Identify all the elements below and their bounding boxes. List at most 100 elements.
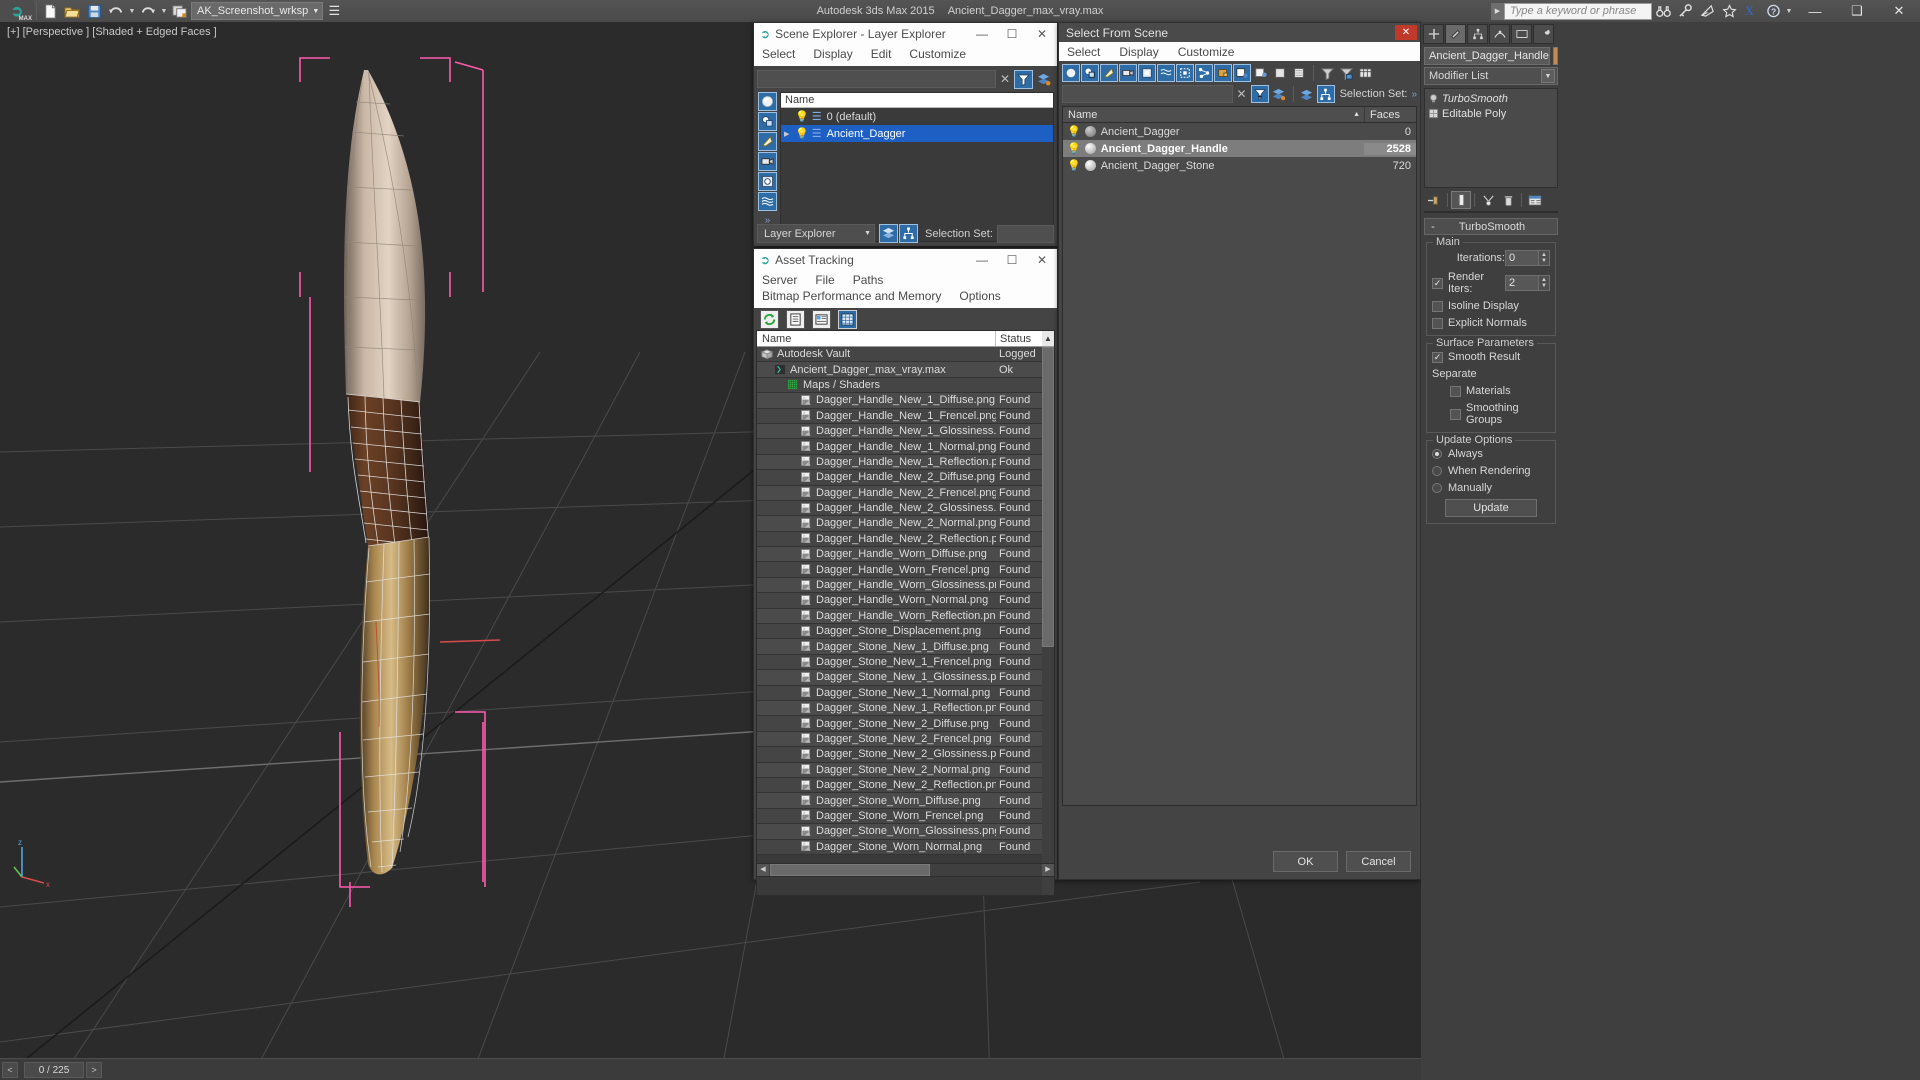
isoline-display-checkbox[interactable]: [1432, 300, 1443, 312]
minimize-icon[interactable]: —: [1794, 0, 1836, 22]
sort-indicator-icon[interactable]: ▲: [1042, 331, 1054, 346]
update-always-radio[interactable]: [1432, 449, 1442, 459]
grid-view-icon[interactable]: [838, 309, 857, 329]
table-row[interactable]: 💡 Ancient_Dagger_Handle 2528: [1063, 140, 1416, 157]
select-from-scene-dialog[interactable]: Select From Scene ✕ Select Display Custo…: [1058, 22, 1421, 880]
chevron-down-icon[interactable]: ▼: [1541, 69, 1555, 83]
open-file-icon[interactable]: [61, 1, 83, 21]
vertical-scrollbar[interactable]: [1042, 347, 1054, 895]
show-end-result-icon[interactable]: [1451, 191, 1471, 209]
helpers-icon[interactable]: [757, 172, 777, 191]
scrollbar-thumb[interactable]: [770, 864, 930, 876]
asset-tracking-rows[interactable]: Autodesk Vault Logged Ancient_Dagger_max_v…: [757, 347, 1054, 895]
update-manually-radio[interactable]: [1432, 483, 1442, 493]
table-row[interactable]: Dagger_Handle_New_2_Glossiness.png Found: [757, 500, 1054, 517]
column-header-faces[interactable]: Faces: [1364, 107, 1416, 122]
menu-bitmap-performance[interactable]: Bitmap Performance and Memory: [762, 288, 941, 304]
update-button[interactable]: Update: [1445, 499, 1537, 517]
redo-dropdown-arrow-icon[interactable]: ▼: [159, 8, 169, 15]
stack-item-turbosmooth[interactable]: TurboSmooth: [1425, 91, 1557, 106]
table-row[interactable]: Dagger_Stone_New_1_Frencel.png Found: [757, 654, 1054, 671]
search-expand-arrow-icon[interactable]: ▶: [1491, 2, 1504, 20]
table-row[interactable]: Dagger_Handle_Worn_Frencel.png Found: [757, 562, 1054, 578]
next-frame-button[interactable]: >: [86, 1061, 102, 1078]
list-view-icon[interactable]: [786, 309, 805, 329]
space-warps-icon[interactable]: [1157, 64, 1175, 82]
close-icon[interactable]: ✕: [1027, 23, 1057, 44]
undo-icon[interactable]: [105, 1, 127, 21]
minimize-icon[interactable]: —: [967, 249, 997, 270]
table-row[interactable]: Dagger_Stone_New_2_Glossiness.png Found: [757, 747, 1054, 763]
space-warps-icon[interactable]: [757, 192, 777, 211]
smooth-result-checkbox[interactable]: ✓: [1432, 351, 1443, 363]
xrefs-icon[interactable]: [1195, 64, 1213, 82]
menu-server[interactable]: Server: [762, 272, 797, 288]
table-row[interactable]: 💡 Ancient_Dagger 0: [1063, 123, 1416, 140]
utilities-tab-icon[interactable]: [1533, 24, 1554, 44]
select-from-scene-menubar[interactable]: Select Display Customize: [1059, 42, 1420, 61]
scroll-left-arrow-icon[interactable]: ◀: [757, 864, 769, 876]
maximize-icon[interactable]: ☐: [997, 23, 1027, 44]
ok-button[interactable]: OK: [1273, 851, 1338, 872]
viewport-label[interactable]: [+] [Perspective ] [Shaded + Edged Faces…: [7, 26, 217, 38]
save-file-icon[interactable]: [83, 1, 105, 21]
redo-icon[interactable]: [137, 1, 159, 21]
lightbulb-icon[interactable]: 💡: [795, 110, 809, 123]
workspace-menu-icon[interactable]: ☰: [323, 1, 345, 21]
menu-options[interactable]: Options: [959, 288, 1000, 304]
all-icon[interactable]: [1271, 64, 1289, 82]
help-icon[interactable]: ?: [1762, 1, 1784, 21]
spinner-arrows-icon[interactable]: ▲ ▼: [1539, 275, 1550, 291]
table-row[interactable]: Dagger_Stone_Worn_Normal.png Found: [757, 839, 1054, 855]
table-row[interactable]: Dagger_Handle_Worn_Glossiness.png Found: [757, 577, 1054, 594]
menu-display[interactable]: Display: [813, 46, 852, 62]
sort-icon[interactable]: [1337, 64, 1355, 82]
table-row[interactable]: Dagger_Stone_Worn_Glossiness.png Found: [757, 824, 1054, 840]
minimize-icon[interactable]: —: [967, 23, 997, 44]
lights-icon[interactable]: [1100, 64, 1118, 82]
chevron-down-icon[interactable]: ▼: [864, 225, 871, 243]
lightbulb-icon[interactable]: [1428, 93, 1439, 104]
collapse-all-icon[interactable]: [1298, 85, 1316, 103]
select-from-scene-list[interactable]: Name ▲ Faces 💡 Ancient_Dagger 0 💡 Ancien…: [1062, 106, 1417, 806]
horizontal-scrollbar[interactable]: ◀ ▶: [756, 863, 1055, 877]
spinner-arrows-icon[interactable]: ▲ ▼: [1539, 250, 1550, 266]
particles-icon[interactable]: [1252, 64, 1270, 82]
explicit-normals-checkbox[interactable]: [1432, 317, 1443, 329]
menu-select[interactable]: Select: [1067, 45, 1100, 59]
none-icon[interactable]: [1290, 64, 1308, 82]
set-project-folder-icon[interactable]: [169, 1, 191, 21]
render-iters-checkbox[interactable]: ✓: [1432, 277, 1443, 289]
hierarchy-tab-icon[interactable]: [1467, 24, 1488, 44]
layer-explorer-tab[interactable]: Layer Explorer ▼: [757, 224, 875, 243]
asset-tracking-menubar[interactable]: Server File Paths Bitmap Performance and…: [754, 270, 1057, 308]
menu-display[interactable]: Display: [1119, 45, 1158, 59]
geometry-sphere-icon[interactable]: [757, 92, 777, 111]
hierarchy-view-icon[interactable]: [1316, 85, 1335, 103]
hierarchy-view-icon[interactable]: [899, 224, 918, 243]
scroll-right-arrow-icon[interactable]: ▶: [1042, 864, 1054, 876]
table-row[interactable]: Dagger_Handle_New_2_Diffuse.png Found: [757, 470, 1054, 486]
cameras-icon[interactable]: [1119, 64, 1137, 82]
stack-item-editable-poly[interactable]: Editable Poly: [1425, 106, 1557, 121]
table-row[interactable]: Dagger_Handle_New_1_Glossiness.png Found: [757, 423, 1054, 440]
update-when-rendering-row[interactable]: When Rendering: [1432, 465, 1550, 477]
layer-manager-icon[interactable]: [879, 224, 898, 243]
exchange-icon[interactable]: X: [1740, 1, 1762, 21]
table-row[interactable]: Dagger_Handle_New_1_Reflection.png Found: [757, 454, 1054, 471]
table-row[interactable]: Dagger_Stone_New_2_Diffuse.png Found: [757, 716, 1054, 732]
menu-edit[interactable]: Edit: [871, 46, 892, 62]
render-iters-value[interactable]: 2: [1505, 275, 1539, 291]
table-row[interactable]: Dagger_Handle_Worn_Diffuse.png Found: [757, 547, 1054, 563]
table-row[interactable]: Dagger_Stone_New_1_Normal.png Found: [757, 685, 1054, 701]
update-always-row[interactable]: Always: [1432, 448, 1550, 460]
table-row[interactable]: Dagger_Stone_New_1_Glossiness.png Found: [757, 670, 1054, 686]
lightbulb-icon[interactable]: 💡: [795, 127, 809, 140]
filter-icon[interactable]: [1014, 69, 1033, 89]
lightbulb-icon[interactable]: 💡: [1067, 142, 1081, 155]
smooth-result-row[interactable]: ✓ Smooth Result: [1432, 351, 1550, 363]
isoline-display-row[interactable]: Isoline Display: [1432, 300, 1550, 312]
cameras-icon[interactable]: [757, 152, 777, 171]
object-name-field[interactable]: Ancient_Dagger_Handle: [1424, 47, 1550, 65]
lights-icon[interactable]: [757, 132, 777, 151]
